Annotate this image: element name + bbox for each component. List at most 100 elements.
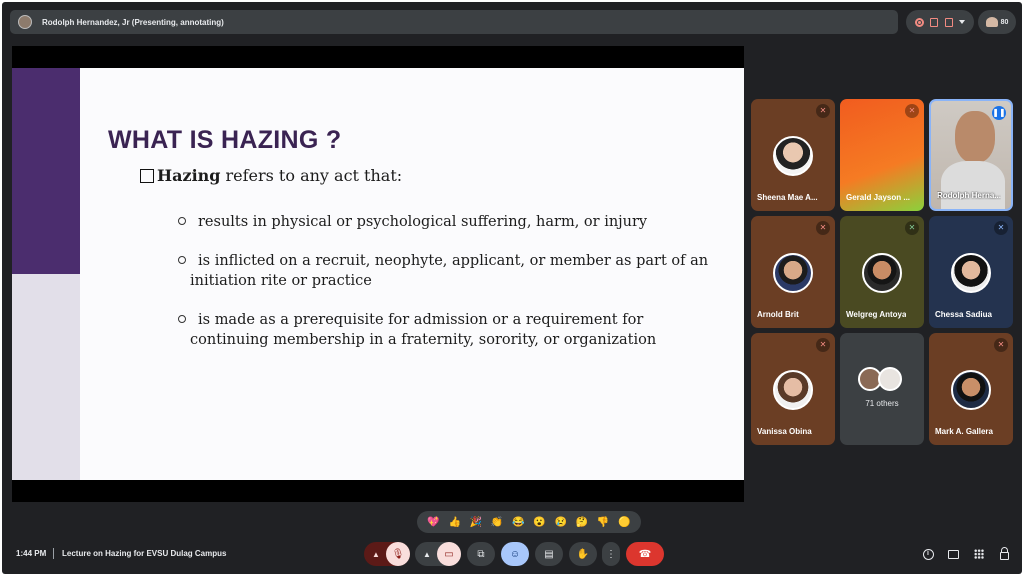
slide-accent-band-lower <box>12 274 80 480</box>
avatar <box>951 370 991 410</box>
camera-button[interactable]: ▲ ▭ <box>415 542 461 566</box>
heart-reaction-button[interactable]: 💖 <box>427 517 441 528</box>
captions-button[interactable]: ▤ <box>535 542 563 566</box>
checkbox-bullet-icon <box>140 168 154 183</box>
participant-tile[interactable]: ✕ Welgreg Antoya <box>840 216 924 328</box>
mic-off-icon: ✕ <box>994 221 1008 235</box>
participant-name: Mark A. Gallera <box>935 427 993 436</box>
people-icon <box>985 17 998 27</box>
raise-hand-button[interactable]: ✋ <box>569 542 597 566</box>
participant-name: Chessa Sadiua <box>935 310 992 319</box>
mic-off-icon: ✕ <box>816 104 830 118</box>
present-button[interactable]: ⧉ <box>467 542 495 566</box>
clock: 1:44 PM <box>16 549 47 558</box>
participant-name: Vanissa Obina <box>757 427 812 436</box>
end-call-icon: ☎ <box>638 548 652 560</box>
bullet-text: is made as a prerequisite for admission … <box>198 312 644 328</box>
mic-off-icon: ✕ <box>816 221 830 235</box>
participant-name: Rodolph Herna... <box>937 191 1001 200</box>
chevron-down-icon <box>958 20 965 24</box>
hand-icon: ✋ <box>576 548 590 560</box>
bullet-text-continued: initiation rite or practice <box>190 273 372 289</box>
slide: WHAT IS HAZING ? Hazing refers to any ac… <box>12 68 744 480</box>
lead-term: Hazing <box>157 166 221 185</box>
participant-name: Welgreg Antoya <box>846 310 907 319</box>
participant-tile[interactable]: ✕ Vanissa Obina <box>751 333 835 445</box>
avatar <box>951 253 991 293</box>
slide-bullet: is inflicted on a recruit, neophyte, app… <box>178 251 708 291</box>
participant-tile-active-speaker[interactable]: ❚❚ Rodolph Herna... <box>929 99 1013 211</box>
participant-count: 80 <box>1000 18 1009 26</box>
present-screen-icon: ⧉ <box>477 548 485 560</box>
slide-accent-band <box>12 68 80 274</box>
circle-bullet-icon <box>178 217 186 225</box>
participant-tile[interactable]: ✕ Gerald Jayson ... <box>840 99 924 211</box>
presenter-avatar <box>18 15 32 29</box>
others-avatars <box>858 367 908 393</box>
laugh-reaction-button[interactable]: 😂 <box>511 517 525 528</box>
party-reaction-button[interactable]: 🎉 <box>469 517 483 528</box>
avatar <box>773 253 813 293</box>
info-icon: i <box>922 548 934 560</box>
activities-button[interactable] <box>973 548 985 560</box>
chevron-up-icon[interactable]: ▲ <box>372 550 380 559</box>
participant-tile[interactable]: ✕ Arnold Brit <box>751 216 835 328</box>
microphone-button[interactable]: ▲ 🎙 <box>364 542 410 566</box>
meet-window: Rodolph Hernandez, Jr (Presenting, annot… <box>2 2 1022 574</box>
participant-tile[interactable]: ✕ Sheena Mae A... <box>751 99 835 211</box>
others-count-label: 71 others <box>865 399 899 408</box>
lead-text: refers to any act that: <box>225 166 403 185</box>
chevron-up-icon[interactable]: ▲ <box>423 550 431 559</box>
meeting-title: Lecture on Hazing for EVSU Dulag Campus <box>62 549 227 558</box>
chat-button[interactable] <box>947 548 959 560</box>
people-button[interactable]: 80 <box>978 10 1016 34</box>
speaking-icon: ❚❚ <box>992 106 1006 120</box>
participant-name: Arnold Brit <box>757 310 799 319</box>
recording-icon <box>915 17 925 27</box>
meeting-details-button[interactable]: i <box>922 548 934 560</box>
annotation-icon <box>944 17 953 27</box>
mic-off-icon: ✕ <box>816 338 830 352</box>
apps-grid-icon <box>974 549 984 559</box>
camera-off-icon: ▭ <box>437 542 461 566</box>
host-controls-button[interactable] <box>998 546 1010 560</box>
more-vert-icon: ⋮ <box>606 548 616 560</box>
thumbs-down-reaction-button[interactable]: 👎 <box>596 517 610 528</box>
recording-indicators[interactable] <box>906 10 974 34</box>
captions-icon: ▤ <box>544 548 554 560</box>
speaker-video <box>955 111 995 163</box>
mic-off-icon: ✕ <box>905 221 919 235</box>
more-options-button[interactable]: ⋮ <box>602 542 620 566</box>
surprised-reaction-button[interactable]: 😮 <box>533 517 547 528</box>
participant-name: Sheena Mae A... <box>757 193 818 202</box>
avatar <box>773 136 813 176</box>
participant-tile[interactable]: ✕ Chessa Sadiua <box>929 216 1013 328</box>
bullet-text: results in physical or psychological suf… <box>198 214 648 230</box>
notes-icon <box>930 17 939 27</box>
sad-reaction-button[interactable]: 😢 <box>554 517 568 528</box>
mic-off-icon: 🎙 <box>386 542 410 566</box>
lock-icon <box>999 546 1009 560</box>
leave-call-button[interactable]: ☎ <box>626 542 664 566</box>
presentation-area: WHAT IS HAZING ? Hazing refers to any ac… <box>12 46 744 502</box>
circle-bullet-icon <box>178 315 186 323</box>
thinking-reaction-button[interactable]: 🤔 <box>575 517 589 528</box>
reactions-button[interactable]: ☺ <box>501 542 529 566</box>
chat-icon <box>947 549 959 559</box>
participant-tile[interactable]: ✕ Mark A. Gallera <box>929 333 1013 445</box>
circle-bullet-icon <box>178 256 186 264</box>
presenting-bar[interactable]: Rodolph Hernandez, Jr (Presenting, annot… <box>10 10 898 34</box>
slide-bullet: is made as a prerequisite for admission … <box>178 310 656 350</box>
reaction-bar: 💖 👍 🎉 👏 😂 😮 😢 🤔 👎 🟡 <box>417 511 641 533</box>
others-tile[interactable]: 71 others <box>840 333 924 445</box>
thumbs-up-reaction-button[interactable]: 👍 <box>448 517 462 528</box>
slide-lead: Hazing refers to any act that: <box>140 166 402 185</box>
divider <box>53 548 54 559</box>
participant-name: Gerald Jayson ... <box>846 193 911 202</box>
presenter-title: Rodolph Hernandez, Jr (Presenting, annot… <box>42 17 224 27</box>
skin-tone-button[interactable]: 🟡 <box>617 517 631 528</box>
bullet-text-continued: continuing membership in a fraternity, s… <box>190 332 657 348</box>
bullet-text: is inflicted on a recruit, neophyte, app… <box>198 253 709 269</box>
clap-reaction-button[interactable]: 👏 <box>490 517 504 528</box>
slide-heading: WHAT IS HAZING ? <box>108 126 342 154</box>
